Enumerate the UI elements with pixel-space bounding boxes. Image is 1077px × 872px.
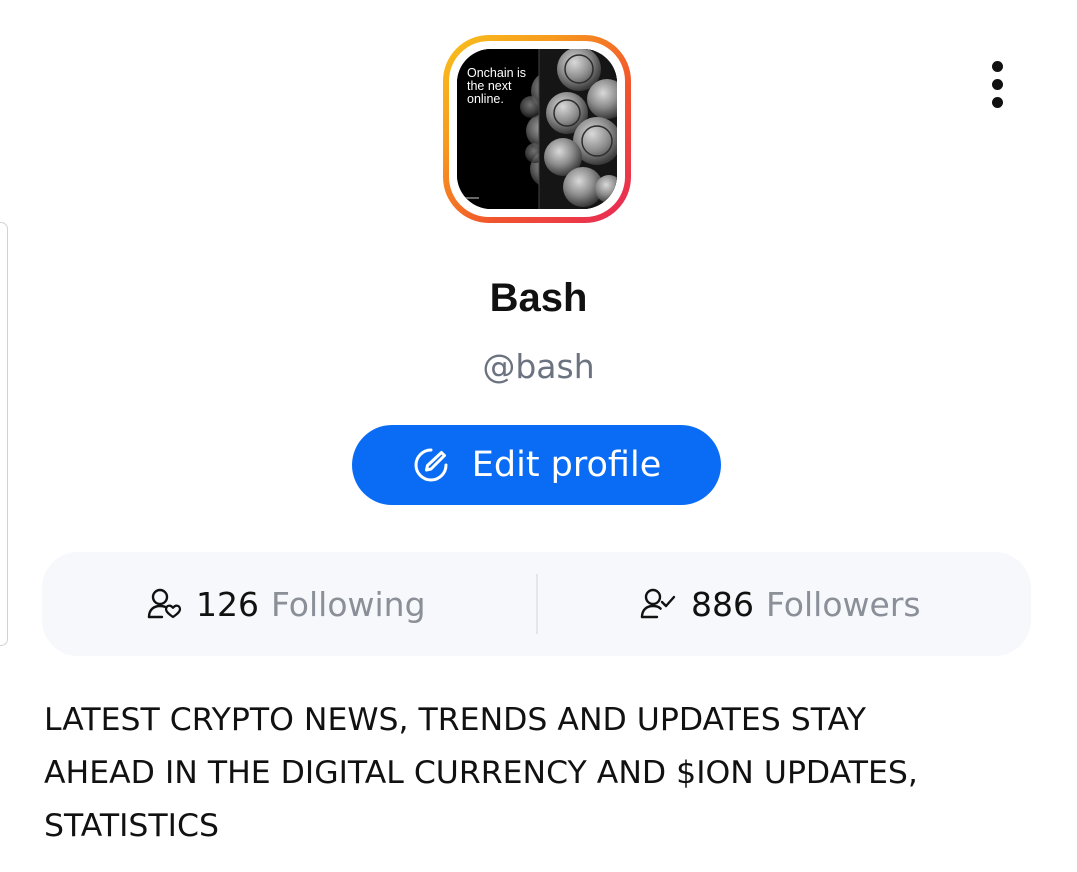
more-vertical-icon-dot [991,78,1003,90]
avatar-story-ring[interactable]: Onchain is the next online. [443,35,631,223]
profile-screen: Onchain is the next online. Bash @bash E… [0,0,1077,872]
profile-bio: LATEST CRYPTO NEWS, TRENDS AND UPDATES S… [44,702,918,844]
display-name: Bash [489,276,588,320]
user-check-icon [640,588,676,619]
following-label: Following [271,584,426,624]
followers-count: 886 [691,584,754,624]
following-count: 126 [196,584,259,624]
more-vertical-icon-dot [991,96,1003,108]
user-heart-icon [147,588,182,619]
avatar-frame: Onchain is the next online. [449,41,625,217]
edit-profile-button[interactable]: Edit profile [352,425,721,505]
avatar-caption: Onchain is the next online. [467,66,527,106]
follow-stats-card: 126 Following 886 Followers [42,552,1031,656]
edit-pencil-circle-icon [414,448,448,482]
username-handle: @bash [482,347,595,386]
edit-profile-label: Edit profile [471,445,662,485]
more-options-button[interactable] [976,56,1018,112]
following-stat[interactable]: 126 Following [146,552,426,656]
followers-stat[interactable]: 886 Followers [639,552,921,656]
avatar: Onchain is the next online. [457,49,617,209]
stats-divider [536,574,538,634]
more-vertical-icon [991,60,1003,72]
followers-label: Followers [766,584,921,624]
